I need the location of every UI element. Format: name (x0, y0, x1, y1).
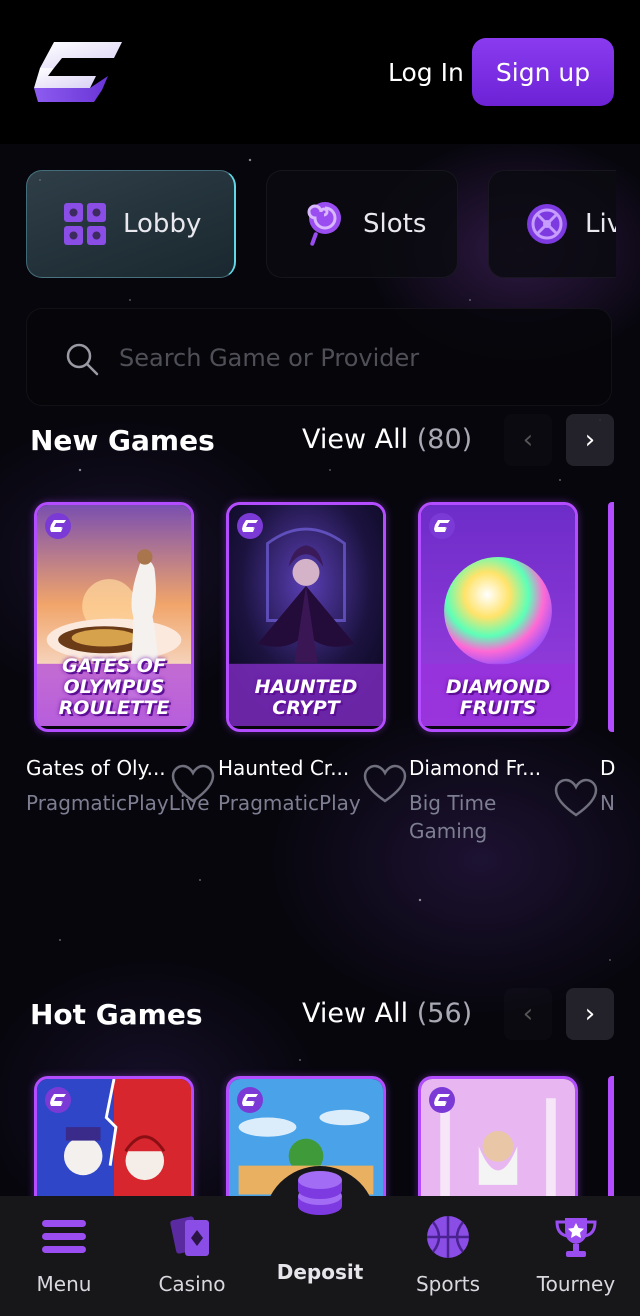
game-name: Gates of Oly... (26, 756, 166, 780)
tab-live-label: Liv (585, 209, 616, 239)
nav-menu[interactable]: Menu (4, 1196, 124, 1316)
favorite-heart-icon[interactable] (363, 764, 407, 804)
brand-badge-icon (45, 513, 71, 539)
tab-slots-label: Slots (363, 209, 427, 239)
nav-casino-label: Casino (158, 1272, 226, 1296)
hot-games-count: (56) (416, 998, 473, 1029)
tab-lobby[interactable]: Lobby (26, 170, 236, 278)
new-games-view-all[interactable]: View All (80) (302, 424, 472, 455)
game-art-title: GATES OF OLYMPUS ROULETTE (58, 655, 170, 719)
chevron-right-icon: › (584, 999, 596, 1029)
search-bar (26, 308, 612, 406)
search-input[interactable] (119, 335, 579, 381)
trophy-icon (555, 1218, 597, 1257)
top-header: Log In Sign up (0, 0, 640, 144)
category-tabs: Lobby Slots Liv (0, 170, 616, 280)
game-provider: Big Time Gaming (409, 791, 497, 843)
view-all-label: View All (302, 424, 409, 455)
chevron-left-icon: ‹ (522, 999, 534, 1029)
game-art-title: HAUNTED CRYPT (254, 676, 358, 719)
game-card-gates-of-olympus-roulette[interactable]: GATES OF OLYMPUS ROULETTE (34, 502, 194, 732)
favorite-heart-icon[interactable] (554, 778, 598, 818)
cards-icon (170, 1216, 209, 1256)
game-art-title: DIAMOND FRUITS (445, 676, 551, 719)
brand-badge-icon (45, 1087, 71, 1113)
game-name: Haunted Cr... (218, 756, 350, 780)
lollipop-icon (301, 200, 349, 248)
signup-button[interactable]: Sign up (472, 38, 614, 106)
brand-badge-icon (429, 1087, 455, 1113)
brand-badge-icon (237, 1087, 263, 1113)
coins-stack-icon (298, 1171, 342, 1215)
tab-slots[interactable]: Slots (266, 170, 458, 278)
lobby-icon (61, 200, 109, 248)
nav-deposit-label: Deposit (276, 1260, 364, 1284)
new-games-prev-button[interactable]: ‹ (504, 414, 552, 466)
game-card-diamond-fruits[interactable]: DIAMOND FRUITS (418, 502, 578, 732)
brand-badge-icon (237, 513, 263, 539)
new-games-next-button[interactable]: › (566, 414, 614, 466)
brand-badge-icon (429, 513, 455, 539)
game-name: D (600, 756, 616, 780)
game-card-partial[interactable] (608, 502, 614, 732)
hot-games-title: Hot Games (30, 998, 203, 1031)
hot-games-prev-button[interactable]: ‹ (504, 988, 552, 1040)
nav-deposit[interactable]: Deposit (260, 1171, 380, 1316)
favorite-heart-icon[interactable] (171, 764, 215, 804)
new-games-count: (80) (416, 424, 473, 455)
game-card-haunted-crypt[interactable]: HAUNTED CRYPT (226, 502, 386, 732)
hamburger-icon (42, 1220, 86, 1253)
brand-logo[interactable] (32, 40, 124, 104)
login-link[interactable]: Log In (388, 58, 464, 87)
game-name: Diamond Fr... (409, 756, 542, 780)
nav-menu-label: Menu (36, 1272, 92, 1296)
game-provider: N (600, 791, 615, 815)
hot-games-view-all[interactable]: View All (56) (302, 998, 472, 1029)
roulette-icon (523, 200, 571, 248)
chevron-right-icon: › (584, 425, 596, 455)
new-games-title: New Games (30, 424, 215, 457)
search-icon (66, 343, 99, 376)
tab-lobby-label: Lobby (123, 209, 202, 239)
basketball-icon (427, 1216, 469, 1258)
view-all-label: View All (302, 998, 409, 1029)
nav-casino[interactable]: Casino (132, 1196, 252, 1316)
nav-sports-label: Sports (415, 1272, 481, 1296)
nav-sports[interactable]: Sports (388, 1196, 508, 1316)
nav-tourney[interactable]: Tourney (516, 1196, 636, 1316)
game-provider: PragmaticPlay (218, 791, 361, 815)
chevron-left-icon: ‹ (522, 425, 534, 455)
nav-tourney-label: Tourney (536, 1272, 616, 1296)
hot-games-next-button[interactable]: › (566, 988, 614, 1040)
tab-live[interactable]: Liv (488, 170, 616, 278)
